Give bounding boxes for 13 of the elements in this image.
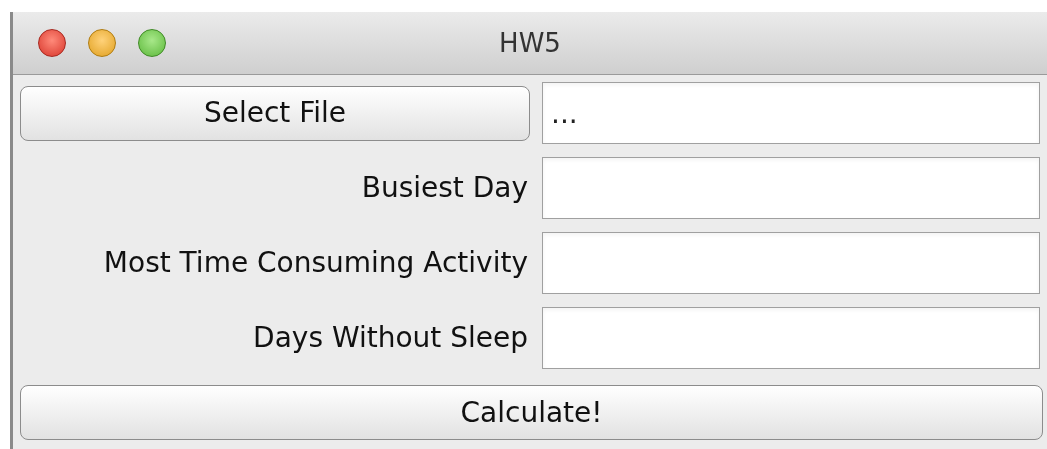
zoom-icon[interactable] [138, 29, 166, 57]
minimize-icon[interactable] [88, 29, 116, 57]
text-field[interactable]: ... [542, 82, 1040, 144]
field-label: Days Without Sleep [252, 320, 528, 356]
text-field[interactable] [542, 157, 1040, 219]
text-field[interactable] [542, 232, 1040, 294]
field-label: Most Time Consuming Activity [102, 245, 528, 281]
field-label: Busiest Day [360, 170, 528, 206]
window-title: HW5 [499, 26, 561, 60]
close-icon[interactable] [38, 29, 66, 57]
calculate-button[interactable]: Calculate! [20, 385, 1043, 440]
text-field[interactable] [542, 307, 1040, 369]
select-file-button[interactable]: Select File [20, 85, 530, 141]
